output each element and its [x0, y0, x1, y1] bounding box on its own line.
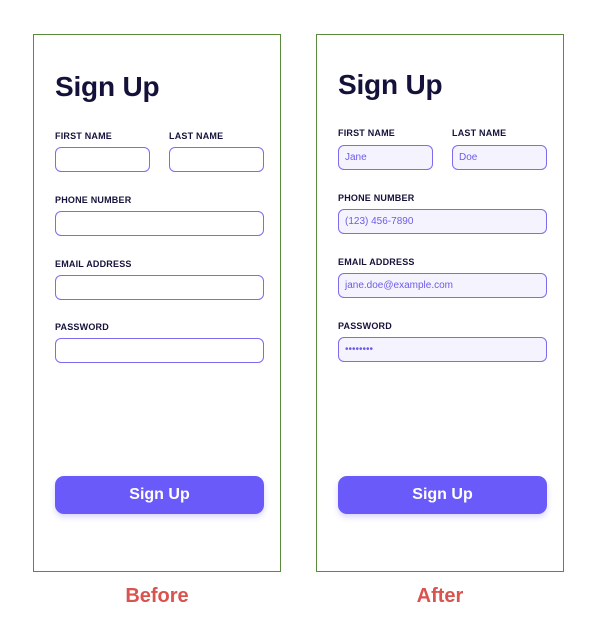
comparison-stage: Sign Up FIRST NAME LAST NAME PHONE NUMBE…: [0, 0, 600, 620]
password-input[interactable]: ••••••••: [338, 337, 547, 362]
password-input[interactable]: [55, 338, 264, 363]
last-name-input[interactable]: [169, 147, 264, 172]
first-name-input[interactable]: [55, 147, 150, 172]
last-name-label: LAST NAME: [169, 131, 224, 141]
form-title: Sign Up: [338, 69, 443, 100]
first-name-label: FIRST NAME: [55, 131, 112, 141]
before-signup-form: Sign Up FIRST NAME LAST NAME PHONE NUMBE…: [33, 34, 281, 572]
form-title: Sign Up: [55, 71, 160, 102]
password-label: PASSWORD: [338, 321, 392, 331]
last-name-input[interactable]: Doe: [452, 145, 547, 170]
after-caption: After: [416, 585, 464, 607]
email-address-input[interactable]: [55, 275, 264, 300]
first-name-label: FIRST NAME: [338, 128, 395, 138]
phone-number-label: PHONE NUMBER: [338, 193, 415, 203]
sign-up-button[interactable]: Sign Up: [338, 476, 547, 514]
phone-number-input[interactable]: [55, 211, 264, 236]
last-name-label: LAST NAME: [452, 128, 507, 138]
first-name-input[interactable]: Jane: [338, 145, 433, 170]
sign-up-button[interactable]: Sign Up: [55, 476, 264, 514]
email-address-label: EMAIL ADDRESS: [338, 257, 415, 267]
email-address-label: EMAIL ADDRESS: [55, 259, 132, 269]
phone-number-label: PHONE NUMBER: [55, 195, 132, 205]
email-address-input[interactable]: jane.doe@example.com: [338, 273, 547, 298]
before-caption: Before: [125, 585, 189, 607]
phone-number-input[interactable]: (123) 456-7890: [338, 209, 547, 234]
password-label: PASSWORD: [55, 322, 109, 332]
after-signup-form: Sign Up FIRST NAME Jane LAST NAME Doe PH…: [316, 34, 564, 572]
